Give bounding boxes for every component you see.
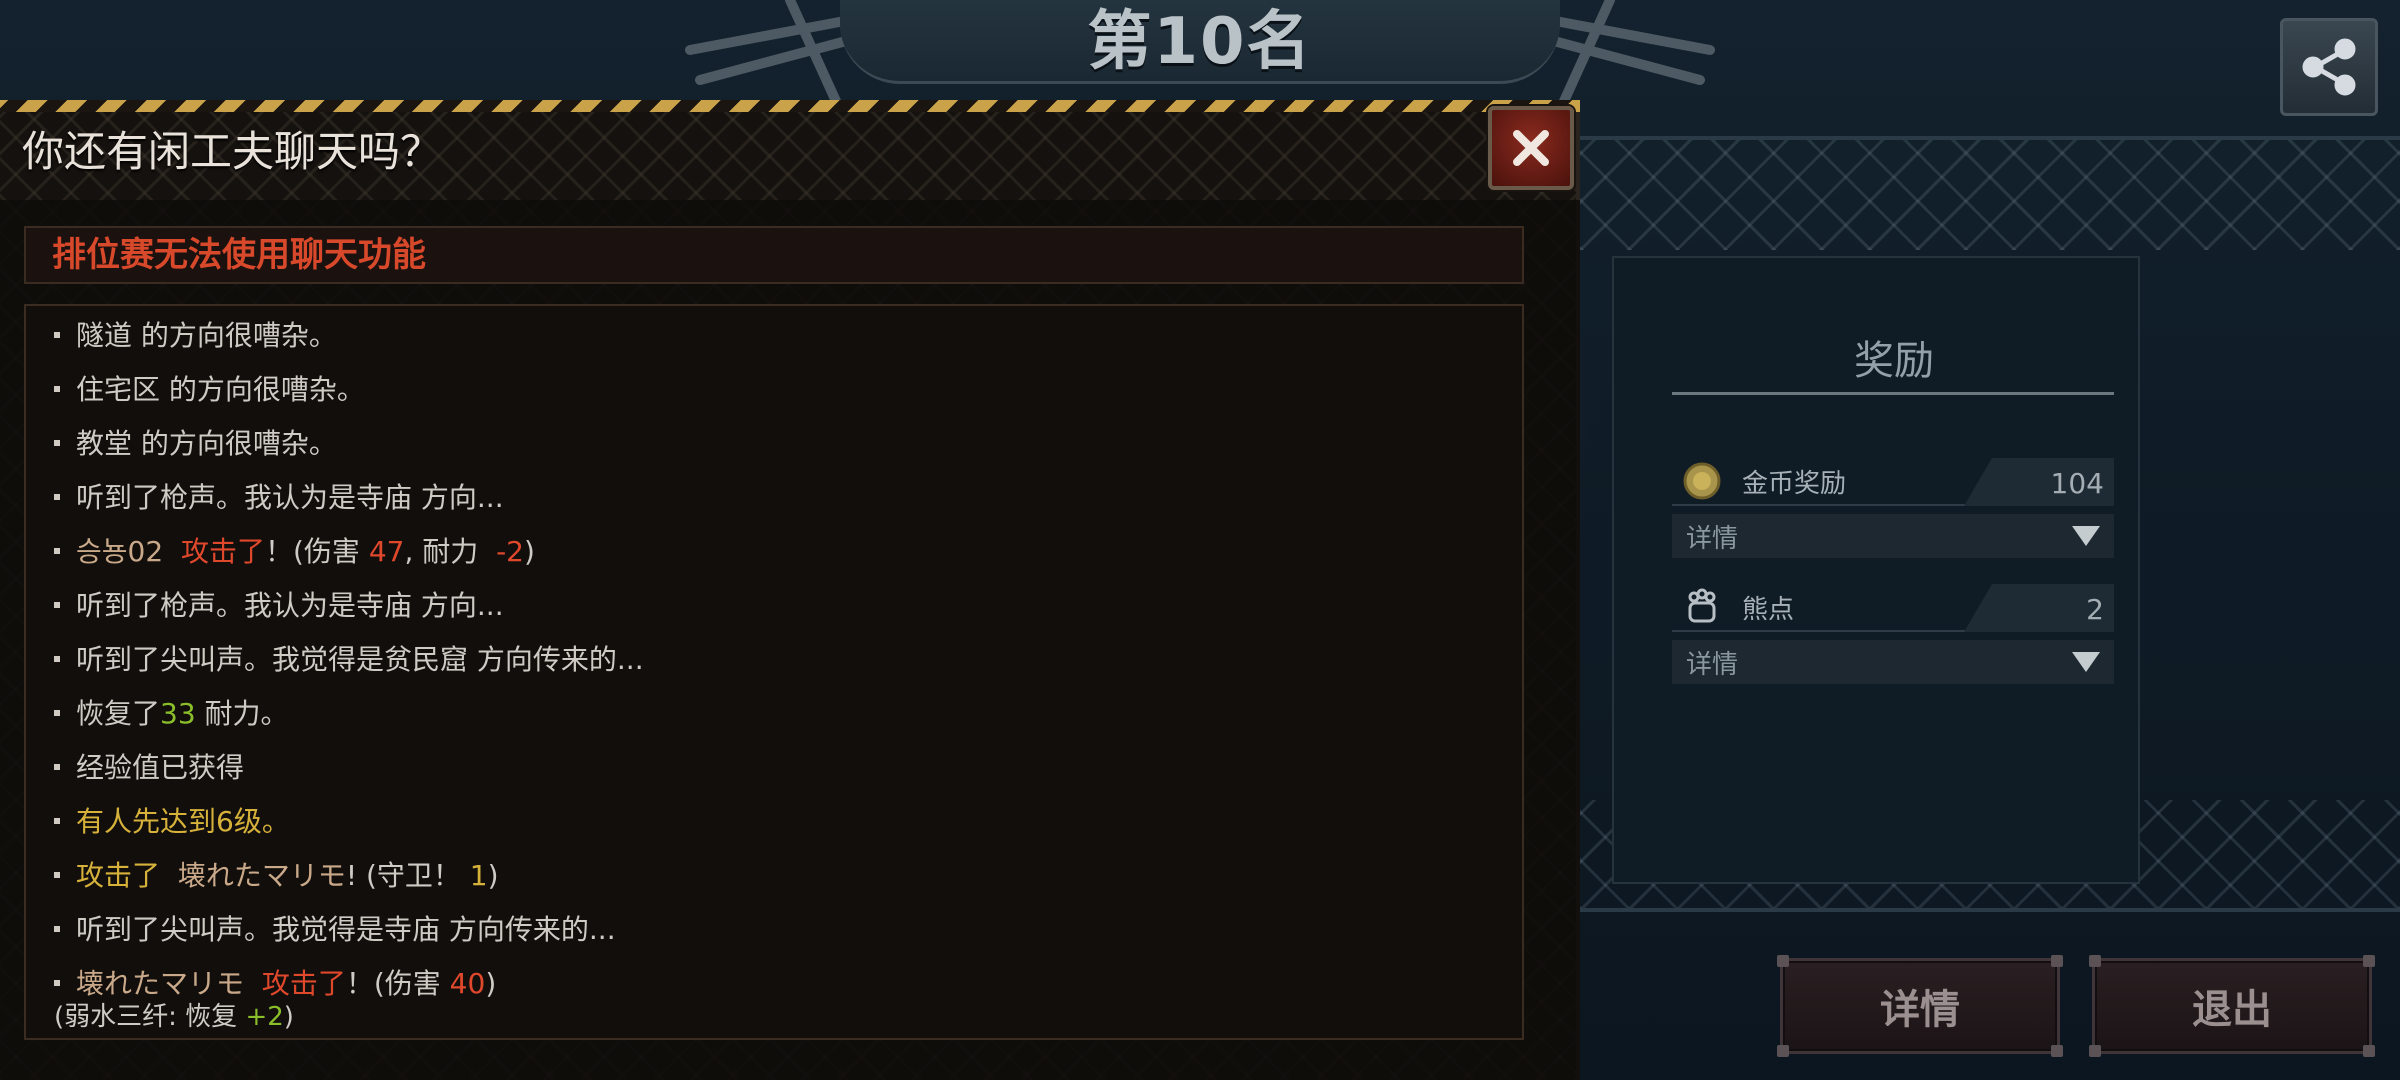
hazard-stripe	[0, 100, 1580, 112]
divider-bottom	[1580, 908, 2400, 912]
log-item: 听到了枪声。我认为是寺庙 方向...	[54, 584, 504, 624]
exit-button[interactable]: 退出	[2089, 955, 2375, 1057]
coin-icon	[1680, 459, 1724, 503]
reward-detail-dropdown[interactable]: 详情	[1672, 514, 2114, 558]
reward-divider	[1672, 392, 2114, 395]
reward-row-bear-points: 熊点 2	[1672, 584, 2114, 632]
log-item: 住宅区 的方向很嘈杂。	[54, 368, 365, 408]
log-item-guard: 攻击了 壊れたマリモ! (守卫！ 1)	[54, 854, 499, 894]
dropdown-label: 详情	[1686, 649, 1739, 680]
log-item-level: 有人先达到6级。	[54, 800, 290, 840]
chevron-down-icon	[2072, 526, 2100, 546]
reward-row-gold: 金币奖励 104	[1672, 458, 2114, 506]
log-item: 隧道 的方向很嘈杂。	[54, 314, 337, 354]
chat-title: 你还有闲工夫聊天吗？	[22, 127, 443, 176]
log-item-attack: 승뇽02 攻击了！(伤害 47, 耐力 -2)	[54, 530, 535, 570]
chevron-down-icon	[2072, 652, 2100, 672]
reward-panel: 奖励 金币奖励 104 详情 熊点 2 详情	[1612, 256, 2140, 884]
dropdown-label: 详情	[1686, 523, 1739, 554]
share-button[interactable]	[2280, 18, 2378, 116]
exit-button-label: 退出	[2192, 987, 2272, 1033]
log-item: 听到了尖叫声。我觉得是寺庙 方向传来的...	[54, 908, 616, 948]
details-button[interactable]: 详情	[1777, 955, 2063, 1057]
reward-value: 104	[1964, 458, 2114, 506]
share-icon	[2302, 38, 2356, 96]
close-button[interactable]	[1488, 106, 1574, 190]
reward-label: 熊点	[1742, 594, 1795, 625]
rank-title: 第10名	[1087, 5, 1313, 79]
log-item: 听到了枪声。我认为是寺庙 方向...	[54, 476, 504, 516]
log-item: 经验值已获得	[54, 746, 244, 786]
reward-value: 2	[1964, 584, 2114, 632]
log-item-sub: (弱水三纤: 恢复 +2)	[54, 1002, 294, 1032]
chat-log[interactable]: 隧道 的方向很嘈杂。 住宅区 的方向很嘈杂。 教堂 的方向很嘈杂。 听到了枪声。…	[24, 304, 1524, 1040]
close-icon	[1513, 130, 1549, 166]
details-button-label: 详情	[1880, 987, 1960, 1033]
log-item: 教堂 的方向很嘈杂。	[54, 422, 337, 462]
divider-top	[1580, 136, 2400, 140]
reward-detail-dropdown[interactable]: 详情	[1672, 640, 2114, 684]
log-item: 听到了尖叫声。我觉得是贫民窟 方向传来的...	[54, 638, 644, 678]
reward-title: 奖励	[1854, 338, 1934, 384]
bear-paw-icon	[1680, 585, 1724, 629]
log-item-heal: 恢复了33 耐力。	[54, 692, 289, 732]
chainlink-mesh-top	[1580, 140, 2400, 250]
chat-disabled-warning: 排位赛无法使用聊天功能	[24, 226, 1524, 284]
reward-label: 金币奖励	[1742, 468, 1847, 499]
